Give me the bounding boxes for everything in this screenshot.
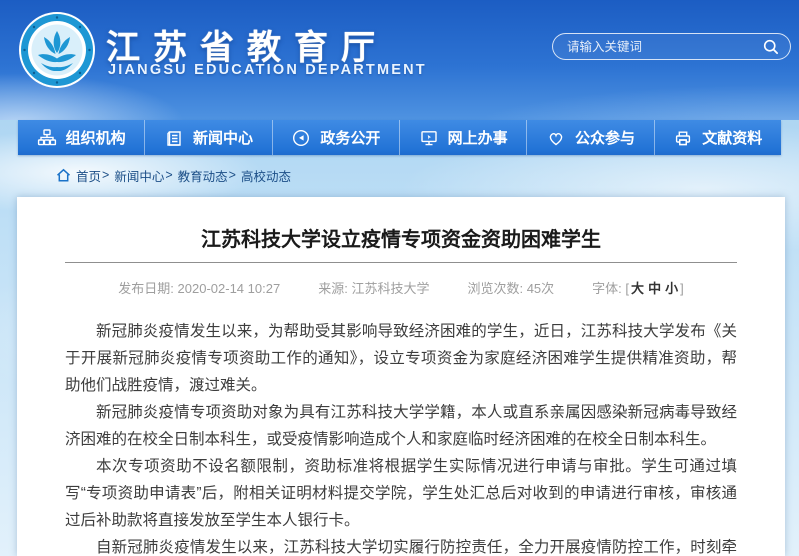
article-paragraph: 新冠肺炎疫情专项资助对象为具有江苏科技大学学籍，本人或直系亲属因感染新冠病毒导致… bbox=[65, 399, 737, 453]
home-icon[interactable] bbox=[56, 168, 71, 183]
breadcrumb-news-center[interactable]: 新闻中心 bbox=[114, 166, 164, 185]
breadcrumb-university-dynamics[interactable]: 高校动态 bbox=[241, 166, 291, 185]
breadcrumb-separator: > bbox=[229, 168, 236, 182]
nav-item-online-services[interactable]: 网上办事 bbox=[399, 120, 526, 155]
title-divider bbox=[65, 262, 737, 263]
article-paragraph: 本次专项资助不设名额限制，资助标准将根据学生实际情况进行申请与审批。学生可通过填… bbox=[65, 453, 737, 534]
site-title-en: JIANGSU EDUCATION DEPARTMENT bbox=[108, 62, 427, 78]
news-icon bbox=[164, 128, 184, 148]
nav-item-label: 网上办事 bbox=[448, 127, 508, 148]
site-header: 江苏省教育厅 JIANGSU EDUCATION DEPARTMENT bbox=[0, 0, 799, 120]
page: 江苏省教育厅 JIANGSU EDUCATION DEPARTMENT 组织机构 bbox=[0, 0, 799, 556]
article-body: 新冠肺炎疫情发生以来，为帮助受其影响导致经济困难的学生，近日，江苏科技大学发布《… bbox=[65, 318, 737, 556]
article-panel: 江苏科技大学设立疫情专项资金资助困难学生 发布日期: 2020-02-14 10… bbox=[17, 197, 785, 556]
view-count: 浏览次数: 45次 bbox=[467, 278, 554, 297]
breadcrumb-separator: > bbox=[102, 168, 109, 182]
online-service-icon bbox=[419, 128, 439, 148]
breadcrumb: 首页> 新闻中心> 教育动态> 高校动态 bbox=[56, 166, 291, 184]
search-box bbox=[552, 33, 791, 60]
font-size-medium-button[interactable]: 中 bbox=[648, 281, 661, 296]
article-title: 江苏科技大学设立疫情专项资金资助困难学生 bbox=[17, 227, 785, 253]
disclosure-icon bbox=[291, 128, 311, 148]
search-input[interactable] bbox=[567, 40, 762, 54]
nav-item-documents[interactable]: 文献资料 bbox=[654, 120, 781, 155]
main-nav: 组织机构 新闻中心 政务公开 网上办事 bbox=[18, 120, 781, 155]
jiangsu-education-logo-icon bbox=[18, 11, 96, 89]
sitemap-icon bbox=[37, 128, 57, 148]
nav-item-label: 组织机构 bbox=[66, 127, 126, 148]
documents-icon bbox=[673, 128, 693, 148]
participation-icon bbox=[546, 128, 566, 148]
nav-item-gov-disclosure[interactable]: 政务公开 bbox=[272, 120, 399, 155]
search-icon[interactable] bbox=[762, 38, 780, 56]
article-paragraph: 新冠肺炎疫情发生以来，为帮助受其影响导致经济困难的学生，近日，江苏科技大学发布《… bbox=[65, 318, 737, 399]
nav-item-label: 新闻中心 bbox=[193, 127, 253, 148]
breadcrumb-edu-dynamics[interactable]: 教育动态 bbox=[178, 166, 228, 185]
article-paragraph: 自新冠肺炎疫情发生以来，江苏科技大学切实履行防控责任，全力开展疫情防控工作，时刻… bbox=[65, 534, 737, 556]
nav-item-organization[interactable]: 组织机构 bbox=[18, 120, 144, 155]
font-size-small-button[interactable]: 小 bbox=[665, 281, 678, 296]
font-size-control: 字体: [大中小] bbox=[592, 278, 684, 297]
nav-item-label: 公众参与 bbox=[575, 127, 635, 148]
breadcrumb-separator: > bbox=[165, 168, 172, 182]
breadcrumb-home[interactable]: 首页 bbox=[76, 166, 101, 185]
publish-date: 发布日期: 2020-02-14 10:27 bbox=[118, 278, 280, 297]
nav-item-news-center[interactable]: 新闻中心 bbox=[144, 120, 271, 155]
nav-item-public-participation[interactable]: 公众参与 bbox=[526, 120, 653, 155]
font-size-large-button[interactable]: 大 bbox=[631, 281, 644, 296]
article-meta: 发布日期: 2020-02-14 10:27 来源: 江苏科技大学 浏览次数: … bbox=[17, 278, 785, 297]
article-source: 来源: 江苏科技大学 bbox=[318, 278, 429, 297]
nav-item-label: 政务公开 bbox=[320, 127, 380, 148]
nav-item-label: 文献资料 bbox=[702, 127, 762, 148]
